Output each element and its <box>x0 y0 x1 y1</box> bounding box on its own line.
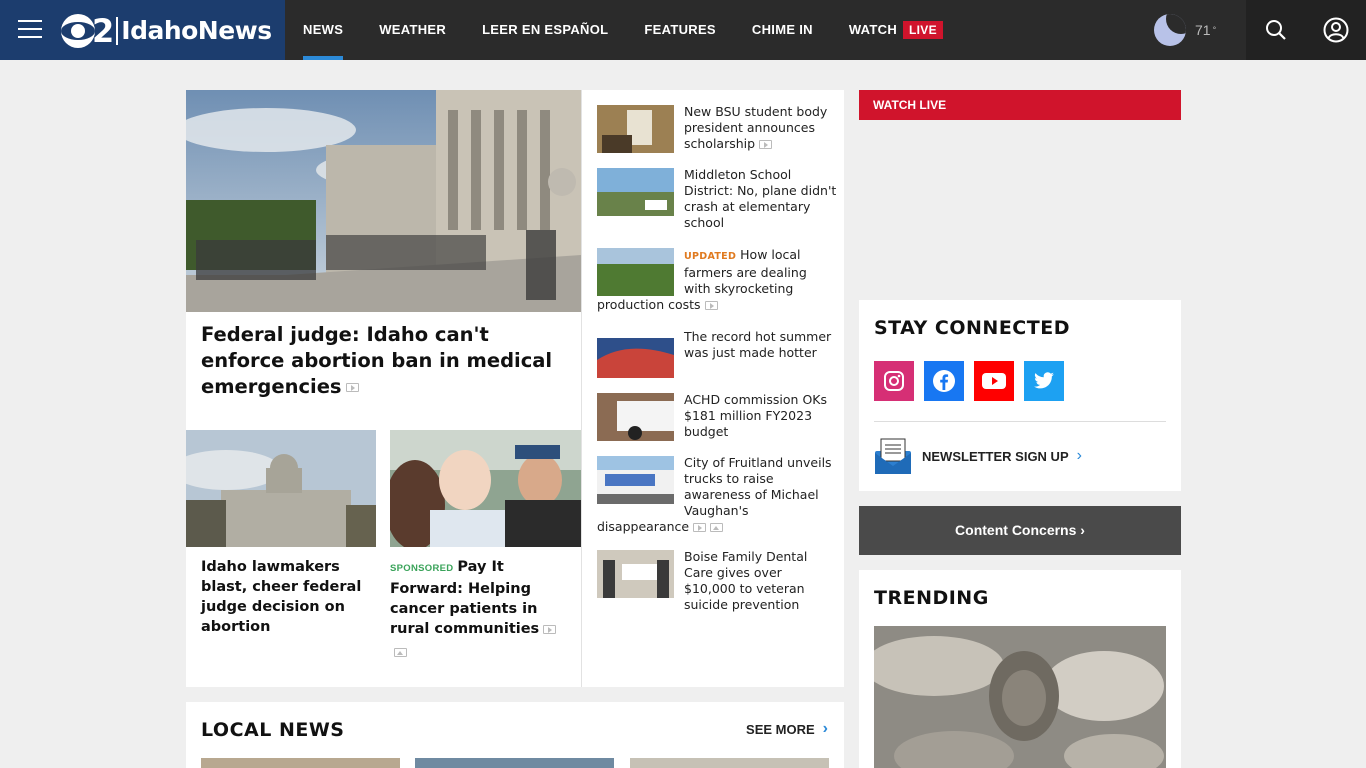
watch-live-bar[interactable]: WATCH LIVE <box>859 90 1181 120</box>
youtube-button[interactable] <box>974 361 1014 401</box>
story-thumbnail <box>597 393 674 441</box>
chevron-right-icon: › <box>1076 447 1082 464</box>
degree-symbol: ° <box>1212 25 1217 35</box>
column-divider <box>581 90 582 687</box>
story-thumbnail <box>597 105 674 153</box>
content-concerns-label: Content Concerns <box>955 522 1077 538</box>
see-more-link[interactable]: SEE MORE › <box>746 720 828 738</box>
nav-weather[interactable]: WEATHER <box>379 0 446 60</box>
video-icon <box>345 383 359 392</box>
hero-headline-text: Federal judge: Idaho can't enforce abort… <box>201 323 553 398</box>
nav-watch-live[interactable]: WATCH LIVE <box>849 0 943 60</box>
newsletter-signup-link[interactable]: NEWSLETTER SIGN UP › <box>874 437 1082 475</box>
divider <box>874 421 1166 422</box>
twitter-button[interactable] <box>1024 361 1064 401</box>
weather-widget[interactable]: 71 ° <box>1154 14 1216 46</box>
sponsored-image[interactable] <box>390 430 581 547</box>
main-nav: NEWS WEATHER LEER EN ESPAÑOL FEATURES CH… <box>303 0 979 60</box>
search-icon <box>1266 20 1286 40</box>
see-more-label: SEE MORE <box>746 721 815 737</box>
list-item[interactable]: ACHD commission OKs $181 million FY2023 … <box>597 392 837 455</box>
moon-icon <box>1154 14 1186 46</box>
list-item[interactable]: The record hot summer was just made hott… <box>597 329 837 392</box>
section-title: LOCAL NEWS <box>201 719 345 741</box>
video-icon <box>693 523 707 532</box>
site-header: 2 IdahoNews NEWS WEATHER LEER EN ESPAÑOL… <box>0 0 1366 60</box>
youtube-icon <box>982 373 1006 389</box>
site-logo[interactable]: 2 IdahoNews <box>60 12 272 50</box>
instagram-icon <box>884 371 904 391</box>
stay-connected-card: STAY CONNECTED NEWSLETTER SIGN UP › <box>859 300 1181 491</box>
local-news-card: LOCAL NEWS SEE MORE › <box>186 702 844 768</box>
local-news-thumbnail[interactable] <box>630 758 829 768</box>
sponsored-tag: SPONSORED <box>390 563 454 574</box>
account-button[interactable] <box>1306 0 1366 60</box>
list-item[interactable]: Middleton School District: No, plane did… <box>597 167 837 231</box>
updated-tag: UPDATED <box>684 251 737 262</box>
chevron-right-icon: › <box>822 720 828 737</box>
content-concerns-button[interactable]: Content Concerns › <box>859 506 1181 555</box>
list-item[interactable]: New BSU student body president announces… <box>597 104 837 167</box>
trending-card: TRENDING <box>859 570 1181 768</box>
twitter-icon <box>1034 372 1054 389</box>
gallery-icon <box>710 523 724 532</box>
local-news-thumbnail[interactable] <box>415 758 614 768</box>
sub-story-headline[interactable]: Idaho lawmakers blast, cheer federal jud… <box>201 557 371 637</box>
search-button[interactable] <box>1246 0 1306 60</box>
live-badge: LIVE <box>903 21 943 39</box>
local-news-thumbnail[interactable] <box>201 758 400 768</box>
story-thumbnail <box>597 550 674 598</box>
cbs-eye-logo-icon <box>60 13 96 49</box>
trending-image[interactable] <box>874 626 1166 768</box>
list-item[interactable]: UPDATED How local farmers are dealing wit… <box>597 247 837 313</box>
section-title: STAY CONNECTED <box>874 317 1070 339</box>
brand-area: 2 IdahoNews <box>0 0 285 60</box>
section-title: TRENDING <box>874 587 989 609</box>
video-icon <box>543 624 557 634</box>
story-thumbnail <box>597 168 674 216</box>
chevron-right-icon: › <box>1080 522 1085 538</box>
story-thumbnail <box>597 456 674 504</box>
facebook-button[interactable] <box>924 361 964 401</box>
nav-news[interactable]: NEWS <box>303 0 344 60</box>
gallery-icon <box>394 647 407 657</box>
user-icon <box>1323 17 1349 43</box>
list-item[interactable]: Boise Family Dental Care gives over $10,… <box>597 549 837 613</box>
instagram-button[interactable] <box>874 361 914 401</box>
hero-image[interactable] <box>186 90 581 312</box>
video-icon <box>704 301 718 310</box>
sponsored-headline[interactable]: SPONSORED Pay It Forward: Helping cancer … <box>390 557 570 659</box>
story-headline-text: New BSU student body president announces… <box>684 104 828 151</box>
nav-features[interactable]: FEATURES <box>644 0 716 60</box>
envelope-icon <box>875 438 911 474</box>
video-icon <box>759 140 773 149</box>
nav-chime-in[interactable]: CHIME IN <box>752 0 813 60</box>
top-stories-card: Federal judge: Idaho can't enforce abort… <box>186 90 844 687</box>
logo-text: IdahoNews <box>116 17 272 45</box>
newsletter-label: NEWSLETTER SIGN UP <box>922 448 1069 464</box>
weather-temp: 71 <box>1195 22 1211 38</box>
list-item[interactable]: City of Fruitland unveils trucks to rais… <box>597 455 837 535</box>
hamburger-menu-icon[interactable] <box>18 20 42 40</box>
hero-headline[interactable]: Federal judge: Idaho can't enforce abort… <box>201 322 571 400</box>
nav-watch-label: WATCH <box>848 22 898 37</box>
nav-espanol[interactable]: LEER EN ESPAÑOL <box>482 0 608 60</box>
story-thumbnail <box>597 248 674 296</box>
sub-story-image[interactable] <box>186 430 376 547</box>
facebook-icon <box>933 370 955 392</box>
story-thumbnail <box>597 330 674 378</box>
story-list: New BSU student body president announces… <box>597 104 837 613</box>
